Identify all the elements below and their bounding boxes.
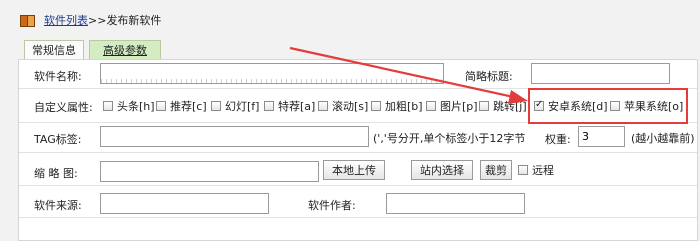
arrow-head (508, 90, 528, 104)
annotation-arrow (289, 46, 528, 104)
arrow-shaft (289, 46, 519, 100)
